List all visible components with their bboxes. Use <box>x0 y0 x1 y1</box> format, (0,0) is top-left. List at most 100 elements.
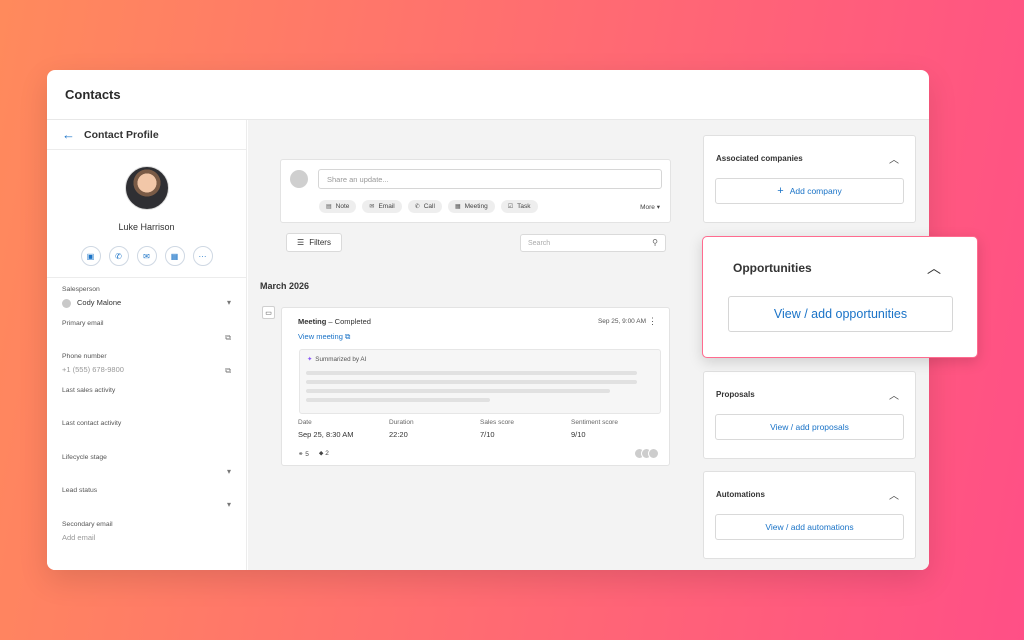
app-header: Contacts <box>47 70 929 120</box>
metric-value: 9/10 <box>571 430 586 439</box>
contact-name: Luke Harrison <box>118 222 175 232</box>
link-icon: ⚭ <box>298 451 304 458</box>
lifecycle-stage-field[interactable]: Lifecycle stage ▾ <box>62 454 231 488</box>
arrow-left-icon[interactable]: ← <box>62 127 75 142</box>
calendar-icon: ▭ <box>262 306 275 319</box>
chevron-up-icon[interactable]: ︿ <box>889 387 899 402</box>
metric-label: Duration <box>389 419 414 426</box>
filters-button[interactable]: ☰ Filters <box>286 233 342 252</box>
tags-count-value: 2 <box>325 450 329 457</box>
view-add-proposals-button[interactable]: View / add proposals <box>715 414 904 440</box>
filters-label: Filters <box>309 238 331 247</box>
opportunities-panel: Opportunities ︿ View / add opportunities <box>702 236 978 358</box>
view-add-opportunities-button[interactable]: View / add opportunities <box>728 296 953 332</box>
avatar <box>648 448 659 459</box>
phone-icon: ✆ <box>414 204 420 210</box>
ai-summary: ✦ Summarized by AI <box>299 349 661 414</box>
search-input[interactable]: Search ⚲ <box>520 234 666 252</box>
chevron-up-icon[interactable]: ︿ <box>889 487 899 502</box>
avatar <box>124 166 169 210</box>
chevron-up-icon[interactable]: ︿ <box>927 258 941 278</box>
salesperson-value-row: Cody Malone <box>62 298 231 308</box>
avatar <box>62 298 71 308</box>
copy-icon[interactable]: ⧉ <box>225 333 231 343</box>
field-label: Lifecycle stage <box>62 453 107 461</box>
automations-panel: Automations ︿ View / add automations <box>703 471 916 559</box>
pill-label: Meeting <box>464 203 488 210</box>
activity-card: Meeting – Completed Sep 25, 9:00 AM ⋮ Vi… <box>281 307 670 466</box>
task-button[interactable]: ☑ Task <box>500 200 538 213</box>
chat-icon: ▣ <box>86 251 95 261</box>
phone-field[interactable]: Phone number +1 (555) 678-9800 ⧉ <box>62 353 231 387</box>
field-label: Phone number <box>62 353 107 360</box>
mail-icon: ✉ <box>369 204 375 210</box>
primary-email-field[interactable]: Primary email ⧉ <box>62 320 231 354</box>
field-label: Last sales activity <box>62 386 116 394</box>
links-count-value: 5 <box>305 451 309 458</box>
search-icon: ⚲ <box>652 238 658 247</box>
panel-title: Opportunities <box>733 261 812 275</box>
view-meeting-link[interactable]: View meeting ⧉ <box>298 332 350 342</box>
field-label: Lead status <box>62 487 98 494</box>
lead-status-field[interactable]: Lead status ▾ <box>62 487 231 521</box>
last-contact-activity-field: Last contact activity <box>62 420 231 454</box>
pill-label: Note <box>335 203 350 210</box>
note-button[interactable]: ▤ Note <box>319 200 357 213</box>
calendar-icon: ▦ <box>170 251 179 261</box>
calendar-icon: ▦ <box>454 204 461 210</box>
links-count[interactable]: ⚭ 5 <box>298 450 309 458</box>
quick-actions: ▣ ✆ ✉ ▦ ··· <box>47 246 246 266</box>
checkbox-icon: ☑ <box>507 204 514 210</box>
metric-label: Sales score <box>480 419 514 426</box>
metric-label: Sentiment score <box>571 419 618 426</box>
field-label: Salesperson <box>62 286 100 293</box>
skeleton-line <box>306 371 637 375</box>
add-company-button[interactable]: + Add company <box>715 178 904 204</box>
last-sales-activity-field: Last sales activity <box>62 387 231 421</box>
activity-type: Meeting <box>298 317 327 326</box>
share-update-card: Share an update... ▤ Note ✉ Email ✆ Call ▦ M… <box>280 159 671 223</box>
breadcrumb: ← Contact Profile <box>47 120 246 150</box>
share-update-input[interactable]: Share an update... <box>318 169 662 189</box>
field-label: Last contact activity <box>62 420 122 427</box>
email-button[interactable]: ✉ <box>136 246 157 266</box>
meeting-button[interactable]: ▦ Meeting <box>447 200 495 213</box>
metric-sentiment-score: Sentiment score 9/10 <box>571 419 662 439</box>
call-button[interactable]: ✆ Call <box>407 200 442 213</box>
kebab-menu-icon[interactable]: ⋮ <box>648 316 657 327</box>
message-button[interactable]: ▣ <box>80 246 101 266</box>
avatar <box>290 170 308 188</box>
tags-count[interactable]: ⬥ 2 <box>319 450 329 458</box>
timeline-month: March 2026 <box>260 281 310 291</box>
more-dropdown[interactable]: More ▾ <box>640 203 660 211</box>
secondary-email-field[interactable]: Secondary email Add email <box>62 521 231 555</box>
metric-sales-score: Sales score 7/10 <box>480 419 571 439</box>
metric-value: Sep 25, 8:30 AM <box>298 430 354 439</box>
chevron-down-icon[interactable]: ▾ <box>227 500 231 509</box>
profile-header: Luke Harrison ▣ ✆ ✉ ▦ ··· <box>47 150 246 278</box>
email-button[interactable]: ✉ Email <box>362 200 402 213</box>
secondary-email-input[interactable]: Add email <box>62 533 231 542</box>
salesperson-field[interactable]: Salesperson Cody Malone ▾ <box>62 286 231 320</box>
panel-title: Associated companies <box>716 154 803 163</box>
call-button[interactable]: ✆ <box>108 246 129 266</box>
metric-date: Date Sep 25, 8:30 AM <box>298 419 389 439</box>
contact-fields: Salesperson Cody Malone ▾ Primary email … <box>47 278 246 554</box>
activity-footer: ⚭ 5 ⬥ 2 <box>298 450 329 458</box>
view-add-automations-button[interactable]: View / add automations <box>715 514 904 540</box>
skeleton-line <box>306 398 490 402</box>
participants-avatars <box>634 448 659 459</box>
share-actions: ▤ Note ✉ Email ✆ Call ▦ Meeting ☑ Task <box>319 200 538 213</box>
chevron-down-icon[interactable]: ▾ <box>227 298 231 307</box>
page-title: Contacts <box>65 87 121 102</box>
filter-icon: ☰ <box>297 238 305 247</box>
calendar-button[interactable]: ▦ <box>164 246 185 266</box>
chevron-up-icon[interactable]: ︿ <box>889 151 899 166</box>
more-button[interactable]: ··· <box>192 246 213 266</box>
panel-title: Proposals <box>716 390 755 399</box>
search-placeholder: Search <box>528 239 551 247</box>
chevron-down-icon[interactable]: ▾ <box>227 467 231 476</box>
activity-feed: Share an update... ▤ Note ✉ Email ✆ Call ▦ M… <box>248 120 690 570</box>
copy-icon[interactable]: ⧉ <box>225 366 231 376</box>
plus-icon: + <box>777 185 784 197</box>
